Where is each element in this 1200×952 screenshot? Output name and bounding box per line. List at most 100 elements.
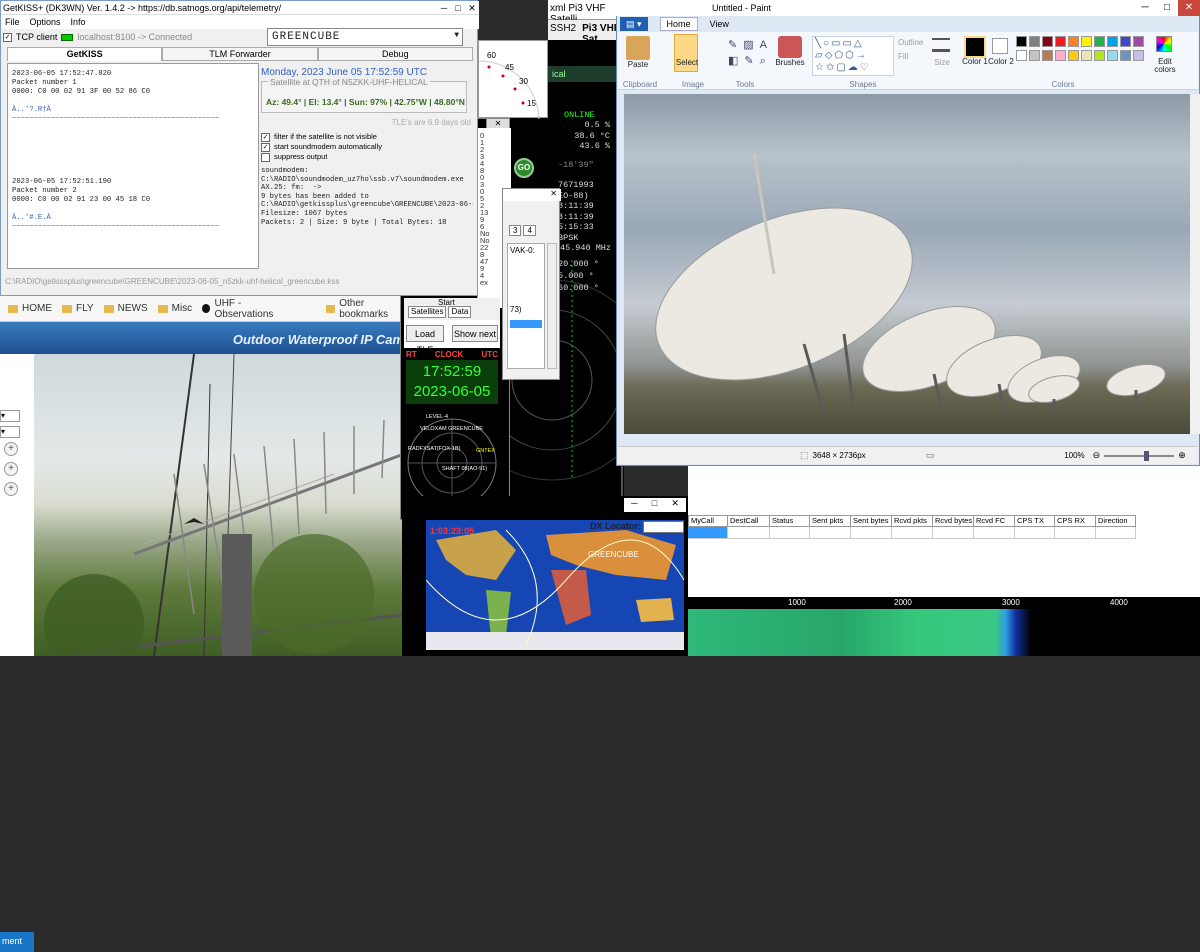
palette-swatch[interactable]	[1055, 50, 1066, 61]
color1-button[interactable]: Color 1	[958, 58, 992, 66]
paint-titlebar[interactable]: Untitled - Paint ─ □ ✕	[616, 0, 1200, 16]
getkiss-titlebar[interactable]: GetKISS+ (DK3WN) Ver. 1.4.2 -> https://d…	[1, 1, 479, 15]
column-header[interactable]: Sent bytes	[851, 515, 892, 527]
size-icon[interactable]	[932, 38, 950, 52]
table-cell[interactable]	[851, 527, 892, 539]
zoom-slider-thumb[interactable]	[1144, 450, 1150, 461]
focus-button[interactable]: +	[4, 482, 18, 496]
load-tle-button[interactable]: Load TLE	[406, 325, 444, 355]
bookmark-uhf-observations[interactable]: UHF - Observations	[202, 298, 296, 320]
option-suppress-output[interactable]: suppress output	[261, 152, 471, 162]
table-cell[interactable]	[810, 527, 851, 539]
tools-icons-2[interactable]: ◧✎⌕	[728, 54, 772, 68]
table-cell[interactable]	[933, 527, 974, 539]
dialog-scrollbar[interactable]	[547, 243, 557, 369]
bookmark-news[interactable]: NEWS	[103, 303, 148, 314]
maximize-icon[interactable]: □	[1156, 0, 1178, 16]
tab-getkiss[interactable]: GetKISS	[7, 47, 163, 61]
palette-swatch[interactable]	[1107, 50, 1118, 61]
palette-swatch[interactable]	[1081, 36, 1092, 47]
palette-swatch[interactable]	[1016, 36, 1027, 47]
maximize-icon[interactable]: □	[451, 1, 465, 14]
pi3-window-title[interactable]: xml Pi3 VHF Satelli	[548, 0, 624, 25]
camera-mode-button[interactable]: ment	[0, 932, 34, 952]
palette-swatch[interactable]	[1029, 36, 1040, 47]
palette-swatch[interactable]	[1094, 50, 1105, 61]
color1-swatch[interactable]	[964, 36, 986, 58]
minimize-icon[interactable]: ─	[437, 1, 451, 14]
column-header[interactable]: DestCall	[728, 515, 770, 527]
zoom-out-button[interactable]: +	[4, 462, 18, 476]
dialog-list-item[interactable]: VAK-0:	[510, 246, 542, 255]
table-cell[interactable]	[770, 527, 810, 539]
table-row[interactable]	[688, 527, 1140, 539]
column-header[interactable]: CPS RX	[1055, 515, 1096, 527]
palette-swatch[interactable]	[1120, 50, 1131, 61]
paste-icon[interactable]	[626, 36, 650, 60]
dx-locator-input[interactable]	[643, 521, 684, 533]
table-cell[interactable]	[688, 527, 728, 539]
bookmark-other[interactable]: Other bookmarks	[326, 298, 410, 320]
tab-ssh2[interactable]: SSH2	[550, 23, 576, 37]
palette-swatch[interactable]	[1081, 50, 1092, 61]
edit-colors-icon[interactable]	[1156, 36, 1172, 52]
brushes-icon[interactable]	[778, 36, 802, 58]
tab-debug[interactable]: Debug	[317, 47, 473, 61]
table-cell[interactable]	[1096, 527, 1136, 539]
checkbox[interactable]	[261, 152, 270, 162]
table-cell[interactable]	[728, 527, 770, 539]
bookmark-fly[interactable]: FLY	[62, 303, 94, 314]
menu-options[interactable]: Options	[30, 15, 61, 29]
palette-swatch[interactable]	[1094, 36, 1105, 47]
palette-swatch[interactable]	[1055, 36, 1066, 47]
table-cell[interactable]	[892, 527, 933, 539]
option-filter-visible[interactable]: ✓ filter if the satellite is not visible	[261, 132, 471, 142]
camera-select-2[interactable]: ▾	[0, 426, 20, 438]
dialog-tab[interactable]: 3	[509, 225, 522, 236]
maximize-icon[interactable]: □	[652, 498, 657, 512]
column-header[interactable]: CPS TX	[1015, 515, 1055, 527]
menu-file[interactable]: File	[5, 15, 20, 29]
palette-swatch[interactable]	[1068, 50, 1079, 61]
menu-info[interactable]: Info	[71, 15, 86, 29]
tab-data[interactable]: Data	[448, 306, 472, 318]
option-start-soundmodem[interactable]: ✓ start soundmodem automatically	[261, 142, 471, 152]
column-header[interactable]: Rcvd bytes	[933, 515, 974, 527]
palette-swatch[interactable]	[1042, 36, 1053, 47]
tcp-client-checkbox[interactable]: ✓	[3, 32, 12, 42]
column-header[interactable]: Direction	[1096, 515, 1136, 527]
checkbox[interactable]: ✓	[261, 142, 270, 152]
show-next-button[interactable]: Show next	[452, 325, 498, 342]
zoom-out-icon[interactable]: ⊖	[1093, 450, 1101, 461]
tools-icons[interactable]: ✎▨A	[728, 38, 773, 51]
table-cell[interactable]	[974, 527, 1015, 539]
color-palette[interactable]	[1016, 36, 1146, 66]
color2-button[interactable]: Color 2	[988, 58, 1014, 66]
palette-swatch[interactable]	[1029, 50, 1040, 61]
world-map[interactable]: 1:03:23:05 GREENCUBE	[425, 520, 685, 650]
palette-swatch[interactable]	[1120, 36, 1131, 47]
edit-colors-button[interactable]: Edit colors	[1148, 58, 1182, 74]
go-button[interactable]: GO	[514, 158, 534, 178]
zoom-slider[interactable]	[1104, 450, 1175, 461]
fill-button[interactable]: Fill	[898, 52, 908, 61]
column-header[interactable]: Sent pkts	[810, 515, 851, 527]
column-header[interactable]: MyCall	[688, 515, 728, 527]
table-cell[interactable]	[1055, 527, 1096, 539]
close-icon[interactable]: ✕	[465, 1, 479, 14]
camera-select-1[interactable]: ▾	[0, 410, 20, 422]
palette-swatch[interactable]	[1016, 50, 1027, 61]
close-icon[interactable]: ✕	[1178, 0, 1200, 16]
zoom-in-icon[interactable]: ⊕	[1178, 450, 1186, 461]
palette-swatch[interactable]	[1133, 36, 1144, 47]
column-header[interactable]: Status	[770, 515, 810, 527]
color2-swatch[interactable]	[992, 38, 1008, 54]
checkbox[interactable]: ✓	[261, 132, 270, 142]
table-cell[interactable]	[1015, 527, 1055, 539]
dialog-list-item[interactable]: 73)	[510, 305, 542, 314]
shapes-gallery[interactable]: ╲○▭▭△ ▱◇⬠⬡→ ☆✩▢☁♡	[812, 36, 894, 76]
bookmark-misc[interactable]: Misc	[157, 303, 192, 314]
file-menu-button[interactable]: ▤ ▾	[620, 17, 648, 31]
minimize-icon[interactable]: ─	[1134, 0, 1156, 16]
dialog-selected-row[interactable]	[510, 320, 542, 328]
